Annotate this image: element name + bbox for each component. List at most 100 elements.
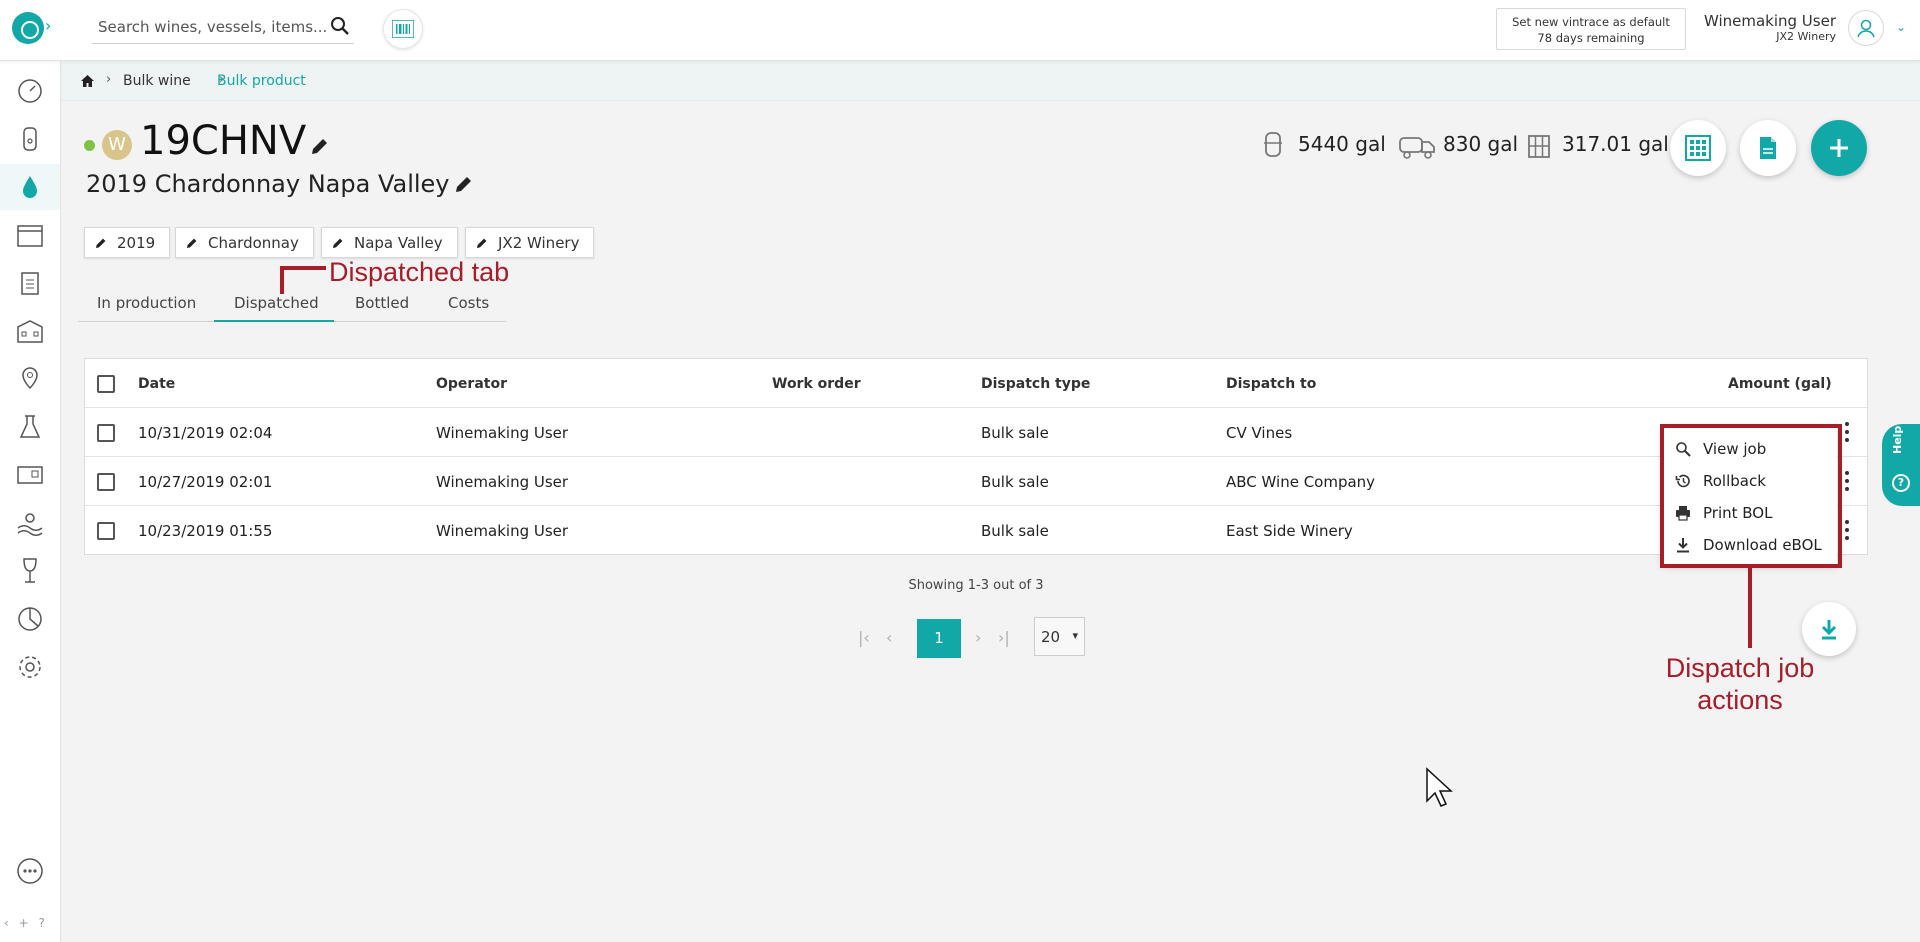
table-row[interactable]: 10/23/2019 01:55 Winemaking User Bulk sa… [85, 506, 1867, 555]
grid-icon [1685, 135, 1711, 161]
row-actions-icon[interactable] [1845, 471, 1851, 491]
cell-dispatch-to: ABC Wine Company [1226, 473, 1376, 491]
tag-vintage[interactable]: 2019 [84, 227, 171, 258]
sidebar-item-bulk-wine[interactable] [0, 164, 60, 210]
metric-dispatched-volume: 830 gal [1443, 132, 1519, 156]
help-label: Help [1891, 425, 1904, 454]
table-row[interactable]: 10/31/2019 02:04 Winemaking User Bulk sa… [85, 408, 1867, 457]
user-name[interactable]: Winemaking User [1704, 12, 1836, 30]
sidebar-item-vessels[interactable] [0, 116, 60, 162]
annotation-dispatch-actions: Dispatch job actions [1640, 652, 1840, 716]
search-icon[interactable] [330, 16, 350, 36]
pencil-icon [187, 238, 197, 248]
vessel-map-button[interactable] [1670, 120, 1726, 176]
next-page-icon[interactable]: › [975, 628, 981, 647]
user-avatar[interactable] [1848, 10, 1884, 46]
sidebar-item-winery[interactable] [0, 308, 60, 354]
last-page-icon[interactable]: ›| [998, 628, 1010, 647]
active-tab-indicator [214, 320, 334, 322]
previous-page-icon[interactable]: ‹ [886, 628, 892, 647]
column-header-dispatch-type[interactable]: Dispatch type [981, 376, 1090, 392]
vintrace-notice-line1: Set new vintrace as default [1512, 15, 1670, 29]
cell-date: 10/23/2019 01:55 [138, 522, 273, 540]
row-actions-icon[interactable] [1845, 520, 1851, 540]
mouse-cursor-icon [1426, 767, 1453, 807]
column-header-amount[interactable]: Amount (gal) [1728, 376, 1832, 392]
more-icon [17, 858, 43, 884]
cell-dispatch-type: Bulk sale [981, 522, 1049, 540]
pie-chart-icon [18, 607, 42, 631]
flask-icon [19, 415, 41, 438]
search-box [92, 10, 354, 44]
calendar-icon [17, 225, 43, 247]
tag-owner[interactable]: JX2 Winery [465, 227, 595, 258]
tab-in-production[interactable]: In production [97, 294, 196, 312]
edit-code-icon[interactable] [310, 136, 330, 156]
page-button-current[interactable]: 1 [917, 619, 961, 658]
vintrace-notice-line2: 78 days remaining [1537, 31, 1645, 45]
download-button[interactable] [1802, 602, 1856, 656]
chevron-right-icon: › [106, 72, 112, 87]
help-tab[interactable]: Help ? [1882, 424, 1920, 506]
pencil-icon [333, 238, 343, 248]
annotation-line: Dispatch job [1665, 653, 1815, 683]
cell-date: 10/27/2019 02:01 [138, 473, 273, 491]
search-input[interactable] [98, 16, 328, 38]
sidebar-footer-icons[interactable]: ‹ + ? [4, 916, 48, 930]
column-header-date[interactable]: Date [138, 376, 175, 392]
annotation-connector [280, 268, 284, 294]
add-button[interactable] [1811, 120, 1867, 176]
column-header-dispatch-to[interactable]: Dispatch to [1226, 376, 1316, 392]
row-checkbox[interactable] [97, 473, 115, 491]
home-icon[interactable] [80, 74, 95, 88]
sidebar-item-vineyard[interactable] [0, 500, 60, 546]
expand-menu-icon[interactable]: › [45, 16, 51, 35]
breadcrumb-bulk-wine[interactable]: Bulk wine [123, 73, 191, 89]
row-actions-icon[interactable] [1845, 422, 1851, 442]
annotation-box [1660, 424, 1842, 568]
tag-region[interactable]: Napa Valley [321, 227, 458, 258]
cell-operator: Winemaking User [436, 424, 569, 442]
sidebar-item-lab[interactable] [0, 404, 60, 450]
row-checkbox[interactable] [97, 424, 115, 442]
chevron-down-icon[interactable]: ⌄ [1896, 20, 1906, 34]
first-page-icon[interactable]: |‹ [858, 628, 870, 647]
app-logo[interactable] [12, 12, 44, 44]
sidebar-item-more[interactable] [0, 848, 60, 894]
product-tabs: In production Dispatched Bottled Costs [78, 288, 506, 322]
breadcrumb: › Bulk wine › Bulk product [61, 61, 1920, 101]
select-all-checkbox[interactable] [97, 375, 115, 393]
edit-name-icon[interactable] [454, 174, 474, 194]
document-button[interactable] [1740, 120, 1796, 176]
tab-bottled[interactable]: Bottled [355, 294, 409, 312]
barcode-icon [392, 20, 414, 38]
cell-dispatch-to: East Side Winery [1226, 522, 1353, 540]
vintrace-default-notice[interactable]: Set new vintrace as default 78 days rema… [1496, 8, 1686, 50]
sidebar-item-reports[interactable] [0, 596, 60, 642]
sidebar-item-work-orders[interactable] [0, 260, 60, 306]
sidebar-item-dashboard[interactable] [0, 68, 60, 114]
cell-operator: Winemaking User [436, 473, 569, 491]
page-size-select[interactable]: 20 ▾ [1034, 617, 1085, 656]
sidebar-item-settings[interactable] [0, 644, 60, 690]
sidebar-item-inventory[interactable] [0, 452, 60, 498]
column-header-work-order[interactable]: Work order [772, 376, 861, 392]
truck-icon [1399, 137, 1435, 159]
sidebar-item-locations[interactable] [0, 356, 60, 402]
row-checkbox[interactable] [97, 522, 115, 540]
tag-label: Chardonnay [208, 233, 299, 252]
building-icon [17, 320, 43, 343]
sun-vineyard-icon [17, 513, 43, 536]
sidebar-item-calendar[interactable] [0, 212, 60, 258]
cell-dispatch-to: CV Vines [1226, 424, 1293, 442]
tag-variety[interactable]: Chardonnay [175, 227, 314, 258]
tab-costs[interactable]: Costs [448, 294, 489, 312]
document-icon [1760, 137, 1776, 159]
table-row[interactable]: 10/27/2019 02:01 Winemaking User Bulk sa… [85, 457, 1867, 506]
box-icon [17, 466, 43, 484]
product-code: 19CHNV [140, 118, 307, 164]
tab-dispatched[interactable]: Dispatched [234, 294, 319, 312]
sidebar-item-bottling[interactable] [0, 548, 60, 594]
column-header-operator[interactable]: Operator [436, 376, 507, 392]
barcode-scan-button[interactable] [383, 9, 423, 49]
